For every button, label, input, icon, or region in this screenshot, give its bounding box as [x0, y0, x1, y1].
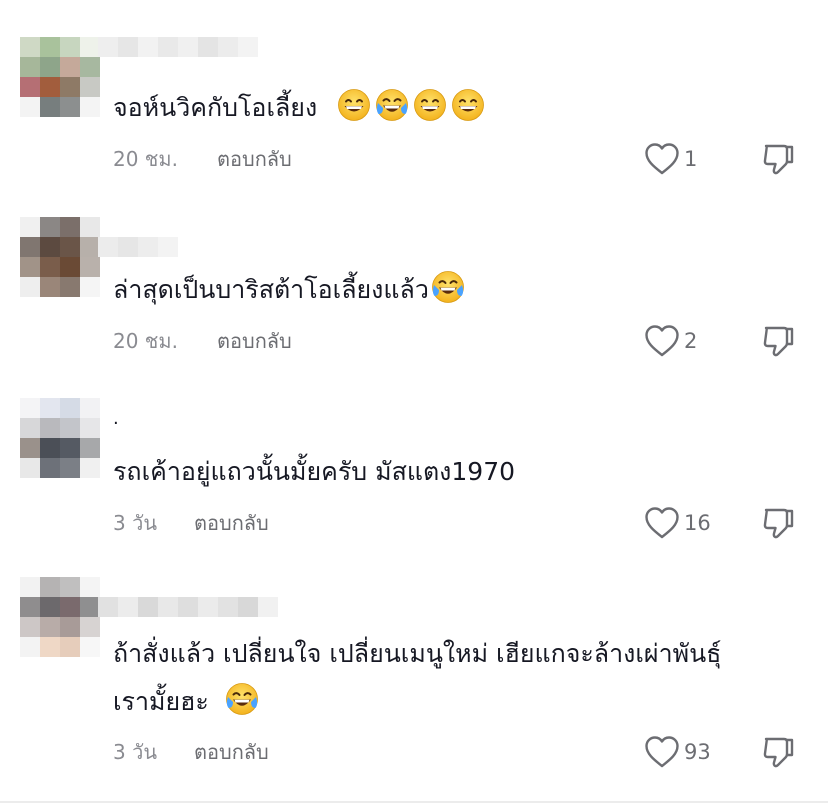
comment-time: 3 วัน: [113, 740, 157, 764]
tears-of-joy-icon: [225, 682, 259, 716]
avatar[interactable]: [20, 577, 100, 657]
like-count: 93: [684, 740, 711, 764]
comment-text: เรามั้ยฮะ: [113, 678, 259, 726]
like-button[interactable]: 93: [644, 735, 711, 769]
username-redacted[interactable]: [98, 597, 278, 617]
thumbs-down-outline-icon[interactable]: [760, 734, 796, 770]
comment-text-line2: เรามั้ยฮะ: [113, 687, 209, 716]
reply-button[interactable]: ตอบกลับ: [194, 738, 269, 766]
heart-outline-icon: [644, 735, 680, 769]
comment-text: ถ้าสั่งแล้ว เปลี่ยนใจ เปลี่ยนเมนูใหม่ เฮ…: [113, 630, 721, 678]
comment-item: ถ้าสั่งแล้ว เปลี่ยนใจ เปลี่ยนเมนูใหม่ เฮ…: [0, 0, 828, 800]
comment-text-line1: ถ้าสั่งแล้ว เปลี่ยนใจ เปลี่ยนเมนูใหม่ เฮ…: [113, 639, 722, 668]
